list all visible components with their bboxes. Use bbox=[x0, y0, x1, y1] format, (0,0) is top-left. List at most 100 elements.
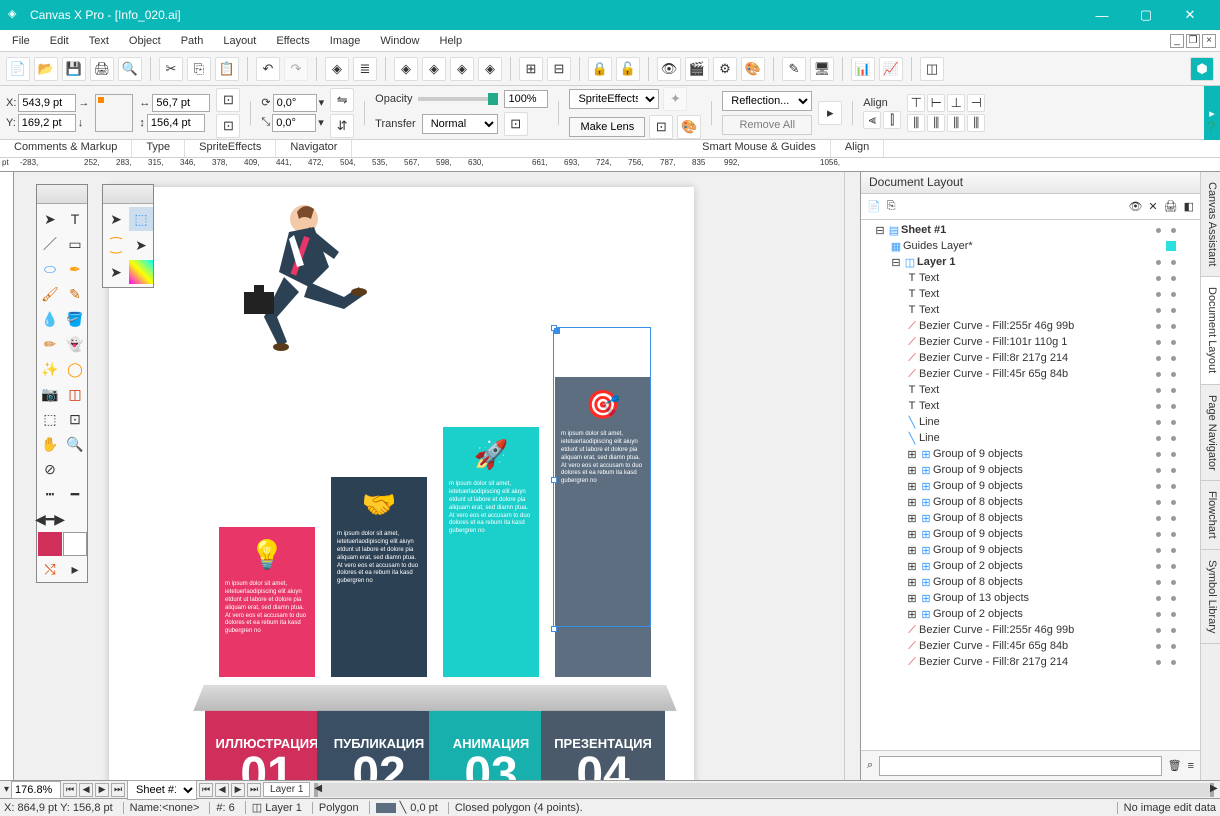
layer-last-button[interactable]: ⏭ bbox=[247, 783, 261, 797]
scale-h-button[interactable]: ⊡ bbox=[216, 114, 240, 138]
lasso-tool[interactable]: ⁐ bbox=[104, 234, 128, 258]
fg-color[interactable] bbox=[38, 532, 62, 556]
expand-icon[interactable]: ⊞ bbox=[905, 544, 919, 557]
color-button[interactable]: 🎨 bbox=[741, 57, 765, 81]
tree-dots[interactable] bbox=[1156, 308, 1196, 313]
tree-row[interactable]: ⊟▤ Sheet #1 bbox=[863, 222, 1198, 238]
tree-row[interactable]: ⟋ Bezier Curve - Fill:255r 46g 99b bbox=[863, 622, 1198, 638]
tree-dots[interactable] bbox=[1156, 516, 1196, 521]
tree-dots[interactable] bbox=[1156, 372, 1196, 377]
line-tool[interactable]: ／ bbox=[38, 232, 62, 256]
tree-row[interactable]: ⊞⊞ Group of 9 objects bbox=[863, 542, 1198, 558]
display-button[interactable]: 🖥 bbox=[810, 57, 834, 81]
crop-tool[interactable]: ⬚ bbox=[38, 407, 62, 431]
tab-sprite[interactable]: SpriteEffects bbox=[185, 140, 276, 157]
expand-icon[interactable]: ⊞ bbox=[905, 576, 919, 589]
align-bot-button[interactable]: ⊥ bbox=[947, 94, 965, 112]
layer-first-button[interactable]: ⏮ bbox=[199, 783, 213, 797]
tree-row[interactable]: ⟋ Bezier Curve - Fill:45r 65g 84b bbox=[863, 638, 1198, 654]
tree-dots[interactable] bbox=[1156, 500, 1196, 505]
no-stroke-icon[interactable]: ⊘ bbox=[38, 457, 62, 481]
close-button[interactable]: ✕ bbox=[1168, 0, 1212, 30]
tree-dots[interactable] bbox=[1156, 356, 1196, 361]
edit-button[interactable]: ✎ bbox=[782, 57, 806, 81]
visibility-icon[interactable]: 👁 bbox=[1128, 200, 1142, 213]
tree-dots[interactable] bbox=[1156, 436, 1196, 441]
rotate-input[interactable] bbox=[273, 94, 317, 112]
anchor-grid[interactable] bbox=[95, 94, 133, 132]
tree-dots[interactable] bbox=[1156, 276, 1196, 281]
expand-icon[interactable]: ⊞ bbox=[905, 592, 919, 605]
menu-window[interactable]: Window bbox=[372, 33, 427, 49]
layer-name[interactable]: Layer 1 bbox=[263, 782, 310, 797]
expand-icon[interactable]: ⊞ bbox=[905, 560, 919, 573]
tree-dots[interactable] bbox=[1156, 484, 1196, 489]
dist-3-button[interactable]: ⫼ bbox=[947, 114, 965, 132]
vtab-assistant[interactable]: Canvas Assistant bbox=[1201, 172, 1220, 277]
node-tool[interactable]: ➤ bbox=[104, 260, 128, 284]
find-input[interactable] bbox=[879, 756, 1161, 776]
pencil-tool[interactable]: ✎ bbox=[63, 282, 87, 306]
tab-smartmouse[interactable]: Smart Mouse & Guides bbox=[688, 140, 831, 157]
tree-dots[interactable] bbox=[1156, 532, 1196, 537]
send-back-button[interactable]: ◈ bbox=[422, 57, 446, 81]
tree-dots[interactable] bbox=[1156, 292, 1196, 297]
arrow-down-icon[interactable]: ↓ bbox=[78, 117, 84, 129]
tree-dots[interactable] bbox=[1156, 612, 1196, 617]
tree-dots[interactable] bbox=[1156, 644, 1196, 649]
ellipse-tool[interactable]: ⬭ bbox=[38, 257, 62, 281]
last-page-button[interactable]: ⏭ bbox=[111, 783, 125, 797]
solid-tool[interactable]: ━ bbox=[63, 482, 87, 506]
tree-dots[interactable] bbox=[1156, 468, 1196, 473]
tree-row[interactable]: ⟋ Bezier Curve - Fill:101r 110g 1 bbox=[863, 334, 1198, 350]
tree-dots[interactable] bbox=[1156, 660, 1196, 665]
mdi-restore-icon[interactable]: ❐ bbox=[1186, 34, 1200, 48]
tree-row[interactable]: ⊞⊞ Group of 8 objects bbox=[863, 574, 1198, 590]
zoom-input[interactable] bbox=[11, 781, 61, 799]
tree-row[interactable]: ⊞⊞ Group of 8 objects bbox=[863, 510, 1198, 526]
layers-button[interactable]: ◈ bbox=[325, 57, 349, 81]
menu-layout[interactable]: Layout bbox=[215, 33, 264, 49]
tree-row[interactable]: ⊞⊞ Group of 13 objects bbox=[863, 590, 1198, 606]
tab-comments[interactable]: Comments & Markup bbox=[0, 140, 132, 157]
expand-icon[interactable]: ⊞ bbox=[905, 464, 919, 477]
removeall-button[interactable]: Remove All bbox=[722, 115, 812, 135]
tab-type[interactable]: Type bbox=[132, 140, 185, 157]
dropdown-icon[interactable]: ▾ bbox=[318, 116, 324, 129]
fill-tool[interactable]: 🪣 bbox=[63, 307, 87, 331]
toolbox-select[interactable]: ➤ ⬚ ⁐ ➤ ➤ bbox=[102, 184, 154, 288]
marker-tool[interactable]: ✏ bbox=[38, 332, 62, 356]
copy-button[interactable]: ⎘ bbox=[187, 57, 211, 81]
hand-tool[interactable]: ✋ bbox=[38, 432, 62, 456]
tree-dots[interactable] bbox=[1156, 580, 1196, 585]
more-tools-icon[interactable]: ▸ bbox=[63, 557, 87, 581]
menu-help[interactable]: Help bbox=[432, 33, 471, 49]
tree-dots[interactable] bbox=[1156, 420, 1196, 425]
tree-dots[interactable] bbox=[1156, 228, 1196, 233]
expand-icon[interactable]: ⊟ bbox=[889, 256, 903, 269]
mdi-close-icon[interactable]: × bbox=[1202, 34, 1216, 48]
prev-page-button[interactable]: ◀ bbox=[79, 783, 93, 797]
wand-tool[interactable]: ✨ bbox=[38, 357, 62, 381]
mdi-minimize-icon[interactable]: _ bbox=[1170, 34, 1184, 48]
expand-icon[interactable]: ⊞ bbox=[905, 496, 919, 509]
graph-button[interactable]: 📈 bbox=[879, 57, 903, 81]
tree-dots[interactable] bbox=[1156, 564, 1196, 569]
hscroll[interactable]: ◀▶ bbox=[314, 783, 1214, 797]
layer-next-button[interactable]: ▶ bbox=[231, 783, 245, 797]
print-button[interactable]: 🖨 bbox=[90, 57, 114, 81]
circle-tool[interactable]: ◯ bbox=[63, 357, 87, 381]
menu-path[interactable]: Path bbox=[173, 33, 212, 49]
arrow-right-icon[interactable]: → bbox=[78, 97, 89, 109]
dist-4-button[interactable]: ⫼ bbox=[967, 114, 985, 132]
selection-handles[interactable] bbox=[553, 327, 651, 627]
skew-input[interactable] bbox=[272, 114, 316, 132]
tab-navigator[interactable]: Navigator bbox=[276, 140, 352, 157]
vtab-symbols[interactable]: Symbol Library bbox=[1201, 550, 1220, 644]
align-r-button[interactable]: ⊣ bbox=[967, 94, 985, 112]
expand-icon[interactable]: ⊞ bbox=[905, 528, 919, 541]
flip-v-button[interactable]: ⇵ bbox=[330, 114, 354, 138]
tree-row[interactable]: ⊟◫ Layer 1 bbox=[863, 254, 1198, 270]
tree-row[interactable]: ⊞⊞ Group of 9 objects bbox=[863, 462, 1198, 478]
tree-row[interactable]: T Text bbox=[863, 382, 1198, 398]
